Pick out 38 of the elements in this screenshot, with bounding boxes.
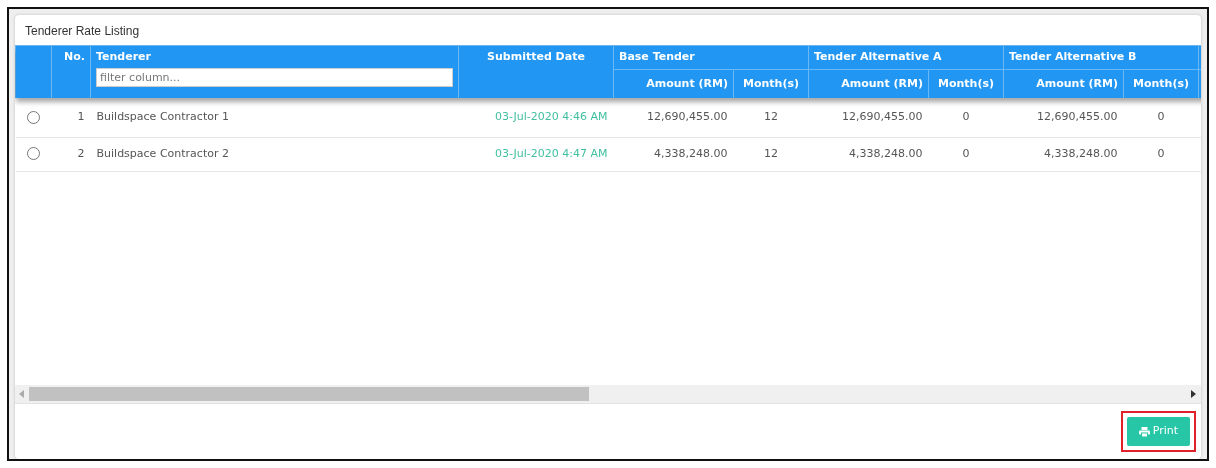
print-button[interactable]: Print: [1126, 417, 1190, 446]
horizontal-scrollbar[interactable]: [15, 385, 1201, 403]
printer-icon: [1138, 426, 1150, 437]
table-cell: 0: [1123, 137, 1199, 171]
table-cell: 4,338,248.00: [1003, 137, 1124, 171]
table-cell: 2: [51, 137, 91, 171]
column-header: Amount (RM): [1003, 69, 1124, 98]
table-cell: 0: [1123, 98, 1199, 137]
table-cell: 0: [928, 98, 1004, 137]
column-group-header: Tender Alternative A: [808, 45, 1004, 69]
column-header: Month(s): [733, 69, 809, 98]
column-header: Amount (RM): [808, 69, 929, 98]
table-cell: 4,338,248.00: [808, 137, 929, 171]
column-group-header: Base Tender: [613, 45, 809, 69]
table-cell: Buildspace Contractor 2: [90, 137, 459, 171]
table-cell: 12,690,455.00: [1003, 98, 1124, 137]
table-cell: 12,690,455.00: [613, 98, 734, 137]
table-cell: Buildspace Contractor 1: [90, 98, 459, 137]
filter-field[interactable]: filter column...: [96, 67, 453, 87]
column-header: Tenderer: [96, 49, 152, 65]
column-header: Month(s): [928, 69, 1004, 98]
table-cell: 4,338,248.00: [613, 137, 734, 171]
panel-title: Tenderer Rate Listing: [24, 23, 141, 40]
column-header: No.: [51, 45, 91, 98]
table-cell: 03-Jul-2020 4:46 AM: [458, 98, 614, 137]
table-cell: 12,690,455.00: [808, 98, 929, 137]
column-header: Amount (RM): [613, 69, 734, 98]
table-cell: 1: [51, 98, 91, 137]
scrollbar-thumb[interactable]: [29, 387, 589, 401]
table-cell: 03-Jul-2020 4:47 AM: [458, 137, 614, 171]
column-group-header: Tender Alternative B: [1003, 45, 1199, 69]
scroll-right-icon[interactable]: [1191, 390, 1197, 398]
scroll-left-icon[interactable]: [19, 390, 25, 398]
table-cell: 0: [928, 137, 1004, 171]
column-header: Month(s): [1123, 69, 1199, 98]
table-cell: 12: [733, 137, 809, 171]
table-cell: 12: [733, 98, 809, 137]
column-header: Submitted Date: [458, 45, 614, 98]
